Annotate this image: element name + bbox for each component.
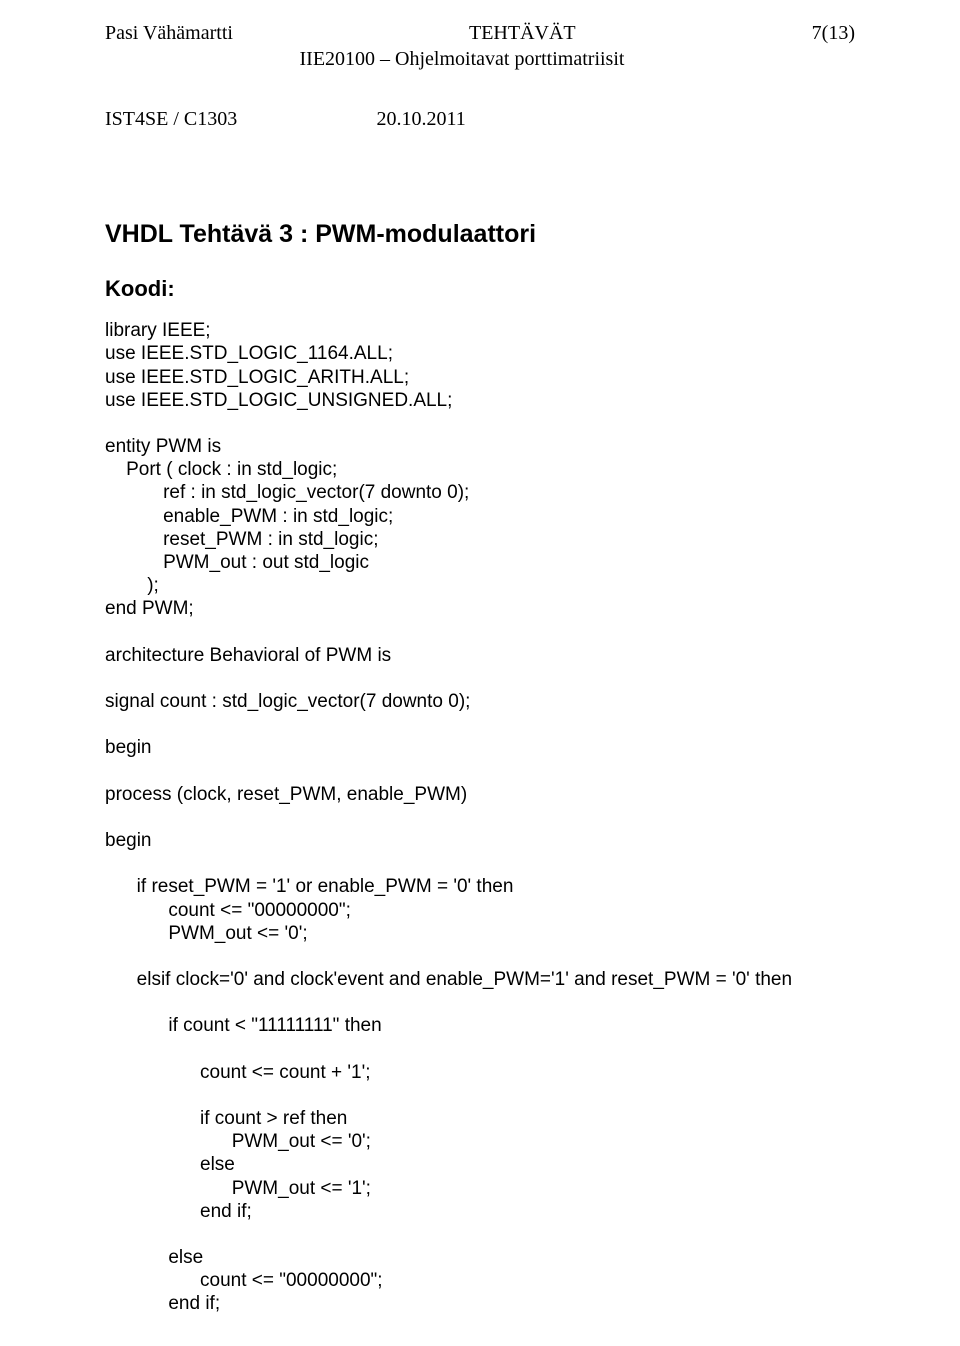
koodi-label: Koodi:: [105, 276, 855, 302]
header-row-1: Pasi Vähämartti TEHTÄVÄT 7(13): [105, 22, 855, 46]
header-page-num: 7(13): [812, 22, 855, 46]
sub-header-row: IST4SE / C1303 20.10.2011: [105, 108, 855, 132]
sub-header-date: 20.10.2011: [376, 108, 465, 132]
header-doc-type: TEHTÄVÄT: [469, 22, 576, 46]
header-row-2: IIE20100 – Ohjelmoitavat porttimatriisit: [105, 48, 855, 72]
sub-header-left: IST4SE / C1303: [105, 108, 237, 132]
header-author: Pasi Vähämartti: [105, 22, 233, 46]
header-course-code: IIE20100 – Ohjelmoitavat porttimatriisit: [300, 48, 625, 72]
code-block: library IEEE; use IEEE.STD_LOGIC_1164.AL…: [105, 319, 855, 1315]
page-title: VHDL Tehtävä 3 : PWM-modulaattori: [105, 220, 855, 250]
